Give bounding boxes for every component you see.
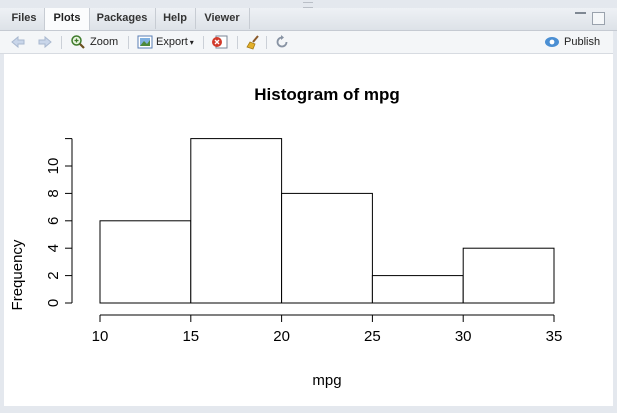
tab-viewer[interactable]: Viewer (195, 8, 250, 29)
y-tick-label: 8 (45, 189, 62, 197)
maximize-icon[interactable] (592, 12, 605, 25)
toolbar-divider (203, 36, 204, 49)
histogram-chart: Histogram of mpg mpg Frequency 10 15 20 25 3… (9, 85, 563, 389)
zoom-icon (71, 35, 85, 49)
y-axis-label: Frequency (9, 239, 26, 310)
x-axis: 10 15 20 25 30 35 (92, 314, 563, 345)
histogram-bar (99, 220, 192, 304)
toolbar-divider (237, 36, 238, 49)
clear-all-button[interactable] (245, 31, 261, 53)
x-tick-label: 10 (92, 328, 109, 345)
y-tick-label: 10 (45, 158, 62, 175)
export-image-icon (137, 35, 153, 49)
export-label: Export (156, 36, 188, 48)
remove-plot-icon (212, 35, 228, 49)
tab-help[interactable]: Help (155, 8, 196, 29)
histogram-bar (281, 192, 373, 304)
y-tick-label: 2 (45, 271, 62, 279)
zoom-button[interactable]: Zoom (70, 31, 118, 53)
export-button[interactable]: Export ▾ (137, 31, 194, 53)
publish-icon (545, 37, 559, 47)
x-tick-label: 35 (546, 328, 563, 345)
chart-title: Histogram of mpg (254, 85, 399, 104)
pane-splitter[interactable] (0, 0, 617, 8)
toolbar-divider (266, 36, 267, 49)
histogram-bars (99, 138, 555, 304)
x-tick-label: 25 (364, 328, 381, 345)
back-arrow-icon[interactable] (10, 31, 26, 53)
toolbar-divider (61, 36, 62, 49)
plots-pane: Files Plots Packages Help Viewer Zoom Ex… (0, 0, 617, 413)
tab-bar: Files Plots Packages Help Viewer (0, 8, 617, 31)
y-tick-label: 0 (45, 299, 62, 307)
histogram-bar (462, 247, 555, 304)
x-tick-label: 20 (273, 328, 290, 345)
publish-button[interactable]: Publish (544, 31, 600, 53)
tab-files[interactable]: Files (4, 8, 45, 29)
tab-plots[interactable]: Plots (44, 8, 90, 30)
refresh-button[interactable] (274, 31, 290, 53)
zoom-label: Zoom (90, 36, 119, 48)
y-tick-label: 4 (45, 244, 62, 252)
histogram-bar (371, 275, 464, 304)
broom-icon (246, 35, 259, 50)
refresh-icon (276, 35, 288, 48)
forward-arrow-icon[interactable] (37, 31, 53, 53)
y-tick-label: 6 (45, 217, 62, 225)
dropdown-caret-icon: ▾ (189, 37, 194, 47)
publish-label: Publish (564, 36, 601, 48)
minimize-icon[interactable] (575, 12, 586, 14)
x-tick-label: 15 (182, 328, 199, 345)
tab-packages[interactable]: Packages (89, 8, 156, 29)
x-tick-label: 30 (455, 328, 472, 345)
plot-canvas: Histogram of mpg mpg Frequency 10 15 20 25 3… (4, 54, 613, 406)
remove-plot-button[interactable] (211, 31, 229, 53)
toolbar-divider (128, 36, 129, 49)
histogram-bar (190, 138, 283, 304)
plots-toolbar: Zoom Export ▾ Publish (0, 31, 613, 54)
y-axis: 0 2 4 6 8 10 (45, 138, 73, 307)
x-axis-label: mpg (312, 372, 341, 389)
